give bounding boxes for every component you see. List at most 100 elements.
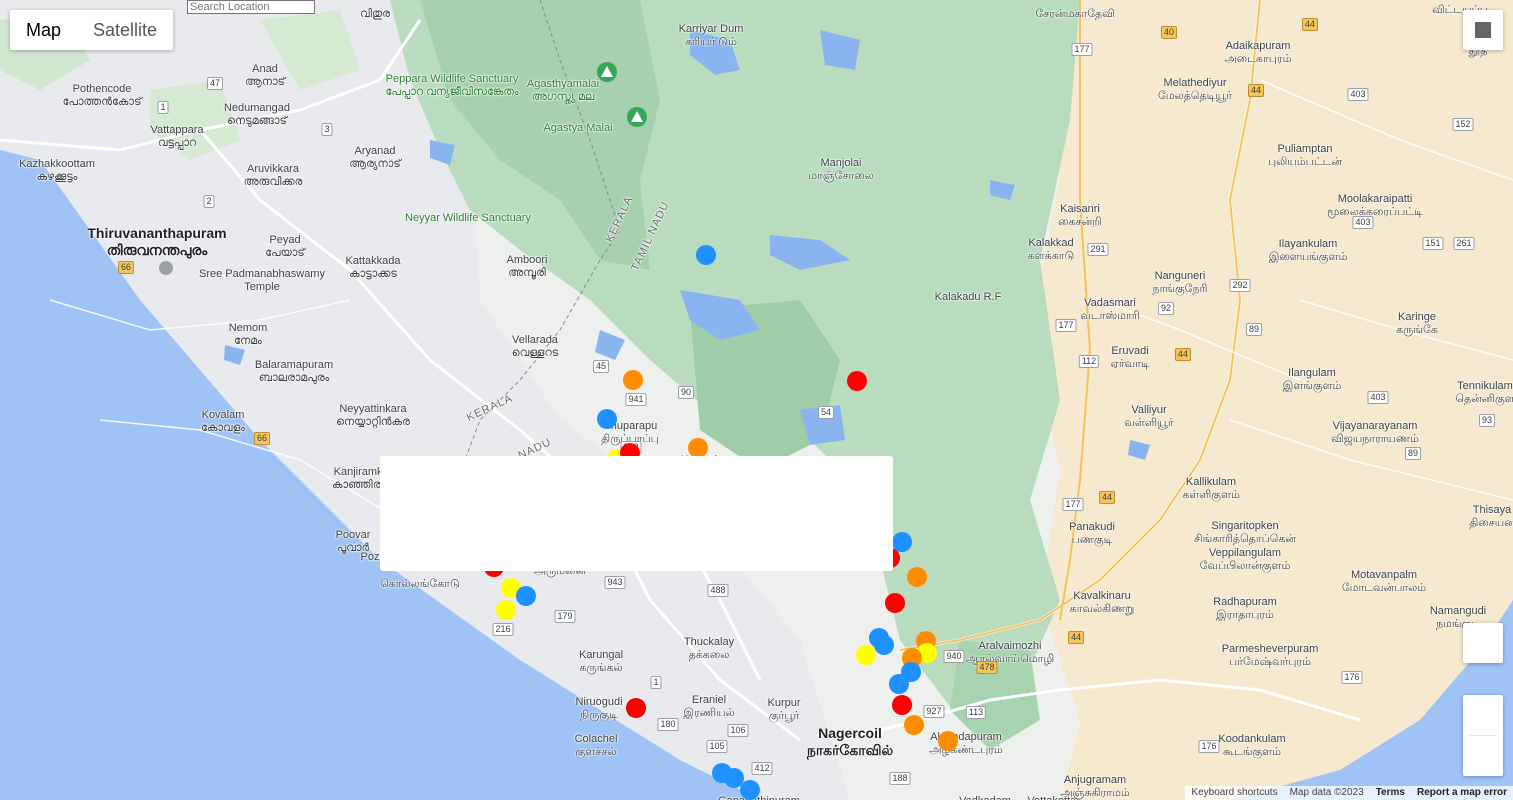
map-data-attribution: Map data ©2023 — [1289, 787, 1364, 798]
place-local-name: காவல்கிணறு — [1069, 603, 1135, 615]
place-local-name: ബാലരാമപുരം — [258, 372, 330, 384]
map-marker-red[interactable] — [892, 695, 912, 715]
place-label-kalakkad: Kalakkad களக்காடு — [1028, 237, 1075, 263]
place-name: Aralvaimozhi — [978, 640, 1042, 652]
place-name: Pothencode — [72, 83, 132, 95]
place-name: Balaramapuram — [254, 359, 334, 371]
place-label-tennikulam: Tennikulam தென்னிகுள — [1455, 380, 1513, 406]
place-local-name: ആര്യനാട് — [349, 158, 401, 170]
place-label-agastya: Agastya Malai — [543, 122, 612, 135]
place-label-veppilangulam: Veppilangulam வேப்பிலான்குளம் — [1200, 547, 1291, 573]
place-name: Agasthyamalai — [526, 78, 600, 90]
place-local-name: மோடவன்பாலம் — [1341, 582, 1427, 594]
map-marker-blue[interactable] — [516, 586, 536, 606]
map-marker-orange[interactable] — [904, 715, 924, 735]
place-name: Eruvadi — [1111, 345, 1149, 357]
map-marker-blue[interactable] — [889, 674, 909, 694]
search-location-input[interactable] — [187, 0, 315, 14]
report-error-link[interactable]: Report a map error — [1411, 786, 1513, 800]
place-label-vattappara: Vattappara വട്ടപ്പാറ — [150, 124, 203, 150]
place-label-melathediyur: Melathediyur மேலத்தெடியூர் — [1158, 77, 1232, 103]
place-label-puliamptan: Puliamptan புலியம்பட்டன் — [1268, 143, 1342, 169]
road-shield: 151 — [1422, 237, 1444, 250]
map-type-satellite-button[interactable]: Satellite — [77, 10, 173, 50]
map-marker-blue[interactable] — [696, 245, 716, 265]
place-local-name: ஏர்வாடி — [1110, 358, 1150, 370]
place-name: Eraniel — [691, 694, 727, 706]
map-marker-orange[interactable] — [938, 731, 958, 751]
road-shield: 44 — [1247, 84, 1265, 97]
road-shield: 478 — [976, 661, 998, 674]
map-marker-yellow[interactable] — [496, 600, 516, 620]
place-name: Peppara Wildlife Sanctuary — [385, 73, 519, 85]
road-shield: 1 — [157, 101, 169, 114]
place-name: Koodankulam — [1218, 733, 1286, 745]
place-local-name: கருங்கே — [1396, 324, 1438, 336]
place-local-name: അഗസ്ത്യ മല — [531, 91, 595, 103]
road-shield: 106 — [727, 724, 749, 737]
map-marker-red[interactable] — [885, 593, 905, 613]
map-marker-blue[interactable] — [874, 635, 894, 655]
terms-link[interactable]: Terms — [1370, 786, 1411, 800]
map-marker-orange[interactable] — [688, 438, 708, 458]
place-local-name: பர்மேஷ்வர்புரம் — [1229, 656, 1311, 668]
map-marker-blue[interactable] — [597, 409, 617, 429]
place-local-name: கரியர் டும் — [685, 36, 737, 48]
road-shield: 2 — [203, 195, 215, 208]
map-type-map-button[interactable]: Map — [10, 10, 77, 50]
place-name: Namangudi — [1429, 605, 1487, 617]
road-shield: 188 — [889, 772, 911, 785]
road-shield: 44 — [1174, 348, 1192, 361]
place-label-vellarada: Vellarada വെള്ളറട — [512, 334, 558, 360]
place-name: Poovar — [335, 529, 371, 541]
map-canvas[interactable]: വിതുരVembayamവെമ്പായംAnadആനാട്Pothencode… — [0, 0, 1513, 800]
map-marker-blue[interactable] — [740, 780, 760, 800]
keyboard-shortcuts-link[interactable]: Keyboard shortcuts — [1185, 786, 1283, 800]
road-shield: 152 — [1452, 118, 1474, 131]
place-name: Karinge — [1398, 311, 1436, 323]
place-name: Karriyar Dum — [678, 23, 744, 35]
place-label-vadasmari: Vadasmari வடாஸ்மாரி — [1080, 297, 1139, 323]
road-shield: 261 — [1453, 237, 1475, 250]
place-local-name: கைசன்றி — [1058, 216, 1102, 228]
map-marker-orange[interactable] — [623, 370, 643, 390]
road-shield: 45 — [592, 360, 610, 373]
place-local-name: வேப்பிலான்குளம் — [1199, 560, 1291, 572]
place-label-aryanad: Aryanad ആര്യനാട് — [349, 145, 401, 171]
fullscreen-button[interactable] — [1463, 10, 1503, 50]
place-local-name: തിരുവനന്തപുരം — [106, 242, 208, 258]
place-name: Nagercoil — [818, 725, 882, 741]
place-local-name: പേയാട് — [265, 247, 305, 259]
place-label-neyyattinkara: Neyyattinkara നെയ്യാറ്റിൻകര — [336, 403, 410, 429]
map-marker-red[interactable] — [847, 371, 867, 391]
place-label-moolakaraipatti: Moolakaraipatti மூலைக்கரைப்பட்டி — [1327, 193, 1423, 219]
road-shield: 44 — [1301, 18, 1319, 31]
road-shield: 176 — [1198, 740, 1220, 753]
place-label-neyyar: Neyyar Wildlife Sanctuary — [405, 212, 531, 225]
map-marker-red[interactable] — [626, 698, 646, 718]
road-shield: 66 — [253, 432, 271, 445]
place-local-name: കാട്ടാക്കട — [349, 268, 397, 280]
place-name: Vijayanarayanam — [1332, 420, 1418, 432]
place-local-name: നെടുമങ്ങാട് — [227, 115, 287, 127]
road-shield: 177 — [1055, 319, 1077, 332]
place-local-name: நிருகுடி — [580, 709, 618, 721]
map-marker-yellow[interactable] — [856, 645, 876, 665]
place-local-name: இளங்குளம் — [1282, 380, 1342, 392]
map-control-button[interactable] — [1463, 623, 1503, 663]
zoom-control[interactable] — [1463, 695, 1503, 776]
map-marker-orange[interactable] — [907, 567, 927, 587]
road-shield: 941 — [625, 393, 647, 406]
road-shield: 943 — [604, 576, 626, 589]
road-shield: 89 — [1404, 447, 1422, 460]
place-label-adaikapuram: Adaikapuram அடைகாபுரம் — [1225, 40, 1292, 66]
map-footer: Keyboard shortcuts Map data ©2023 Terms … — [1185, 786, 1513, 800]
road-shield: 44 — [1098, 491, 1116, 504]
place-local-name: அஞ்சுகிராமம் — [1060, 787, 1130, 799]
road-shield: 403 — [1347, 88, 1369, 101]
place-name: Vadkadam — [959, 795, 1011, 800]
road-shield: 105 — [706, 740, 728, 753]
road-shield: 403 — [1367, 391, 1389, 404]
road-shield: 940 — [943, 650, 965, 663]
place-label-motavanpalm: Motavanpalm மோடவன்பாலம் — [1342, 569, 1426, 595]
